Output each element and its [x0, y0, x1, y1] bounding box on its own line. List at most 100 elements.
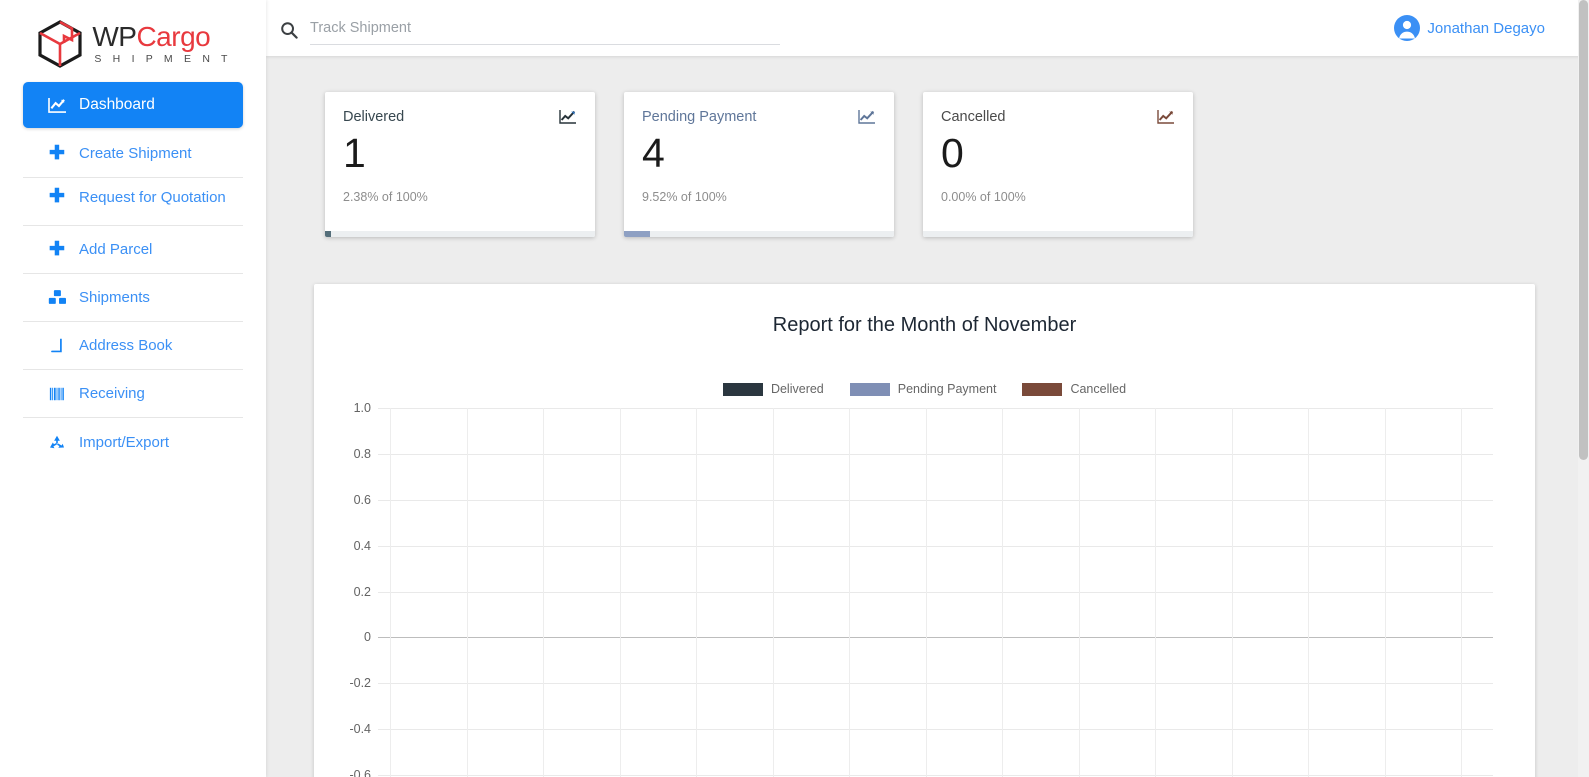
chart-legend: Delivered Pending Payment Cancelled [334, 382, 1515, 396]
chart-y-tick-label: 1.0 [354, 401, 371, 415]
sidebar-item-label: Import/Export [79, 434, 169, 451]
chart-gridline-horizontal: -0.4 [378, 729, 1493, 730]
book-icon [47, 337, 67, 354]
scrollbar-thumb[interactable] [1579, 0, 1588, 460]
stat-card-subtitle: 0.00% of 100% [941, 190, 1175, 204]
chart-line-icon [47, 97, 67, 114]
chart-title: Report for the Month of November [334, 314, 1515, 337]
stat-card-progress-fill [325, 231, 331, 237]
stat-card-progress-fill [624, 231, 650, 237]
user-circle-icon [1394, 15, 1420, 41]
chart-gridline-vertical [467, 408, 468, 777]
chart-y-tick-label: -0.6 [349, 768, 371, 777]
stat-card-subtitle: 9.52% of 100% [642, 190, 876, 204]
stat-card-subtitle: 2.38% of 100% [343, 190, 577, 204]
chart-gridline-horizontal: -0.6 [378, 775, 1493, 776]
plus-icon: ✚ [47, 240, 67, 259]
stat-card-pending-payment[interactable]: Pending Payment 4 9.52% of 100% [624, 92, 894, 237]
chart-gridline-vertical [926, 408, 927, 777]
stat-card-title: Cancelled [941, 109, 1006, 125]
sidebar-item-label: Address Book [79, 337, 172, 354]
chart-gridline-vertical [849, 408, 850, 777]
chart-gridline-vertical [543, 408, 544, 777]
chart-y-tick-label: 0.2 [354, 585, 371, 599]
stat-card-cancelled[interactable]: Cancelled 0 0.00% of 100% [923, 92, 1193, 237]
trending-up-icon[interactable] [858, 109, 876, 125]
sidebar-item-add-parcel[interactable]: ✚ Add Parcel [23, 226, 243, 274]
plus-icon: ✚ [47, 144, 67, 163]
sidebar-item-label: Receiving [79, 385, 145, 402]
sidebar-item-dashboard[interactable]: Dashboard [23, 82, 243, 128]
stat-card-value: 1 [343, 132, 577, 175]
chart-y-tick-label: 0.8 [354, 447, 371, 461]
chart-gridline-horizontal: -0.2 [378, 683, 1493, 684]
chart-gridline-vertical [1155, 408, 1156, 777]
user-name: Jonathan Degayo [1427, 20, 1545, 37]
sidebar-item-request-for-quotation[interactable]: ✚ Request for Quotation [23, 178, 243, 226]
trending-up-icon[interactable] [1157, 109, 1175, 125]
legend-item-delivered[interactable]: Delivered [723, 382, 824, 396]
chart-y-tick-label: 0.4 [354, 539, 371, 553]
sidebar-item-label: Shipments [79, 289, 150, 306]
sidebar-item-import-export[interactable]: Import/Export [23, 418, 243, 466]
legend-swatch [850, 383, 890, 396]
sidebar-item-receiving[interactable]: Receiving [23, 370, 243, 418]
sidebar-item-label: Create Shipment [79, 145, 192, 162]
chart-gridline-vertical [1461, 408, 1462, 777]
stat-card-progress [325, 231, 595, 237]
stat-card-value: 4 [642, 132, 876, 175]
sidebar-item-create-shipment[interactable]: ✚ Create Shipment [23, 130, 243, 178]
stat-card-delivered[interactable]: Delivered 1 2.38% of 100% [325, 92, 595, 237]
chart-gridline-vertical [620, 408, 621, 777]
stat-card-value: 0 [941, 132, 1175, 175]
search-icon [280, 21, 298, 39]
chart-y-tick-label: 0.6 [354, 493, 371, 507]
recycle-icon [47, 434, 67, 451]
search-input[interactable] [310, 16, 780, 45]
chart-gridline-vertical [773, 408, 774, 777]
sidebar-item-address-book[interactable]: Address Book [23, 322, 243, 370]
chart-gridline-horizontal: 1.0 [378, 408, 1493, 409]
top-bar: Jonathan Degayo [266, 0, 1589, 56]
chart-gridline-horizontal: 0.6 [378, 500, 1493, 501]
brand-name-wp: WP [92, 21, 136, 52]
brand-name-cargo: Cargo [136, 21, 210, 52]
chart-gridline-vertical [1232, 408, 1233, 777]
chart-gridline-vertical [696, 408, 697, 777]
cargo-box-icon [34, 19, 86, 69]
chart-gridline-horizontal: 0.2 [378, 592, 1493, 593]
chart-gridline-horizontal: 0.8 [378, 454, 1493, 455]
user-menu[interactable]: Jonathan Degayo [1394, 15, 1569, 41]
chart-plot-area: 1.00.80.60.40.20-0.2-0.4-0.6 [378, 408, 1493, 777]
trending-up-icon[interactable] [559, 109, 577, 125]
chart-gridline-horizontal: 0 [378, 637, 1493, 638]
brand-logo[interactable]: WPCargo S H I P M E N T [0, 0, 266, 82]
barcode-icon [47, 386, 67, 402]
stat-cards: Delivered 1 2.38% of 100% [266, 92, 1589, 237]
sidebar-item-shipments[interactable]: Shipments [23, 274, 243, 322]
app-root: WPCargo S H I P M E N T Dashboard [0, 0, 1589, 777]
stat-card-title: Pending Payment [642, 109, 756, 125]
chart-gridline-vertical [1308, 408, 1309, 777]
legend-swatch [723, 383, 763, 396]
page-scrollbar[interactable] [1578, 0, 1589, 777]
boxes-icon [47, 289, 67, 306]
legend-item-cancelled[interactable]: Cancelled [1022, 382, 1126, 396]
legend-label: Delivered [771, 382, 824, 396]
dashboard-content: Delivered 1 2.38% of 100% [266, 56, 1589, 777]
chart-y-tick-label: -0.4 [349, 722, 371, 736]
legend-item-pending-payment[interactable]: Pending Payment [850, 382, 997, 396]
chart-gridline-vertical [1079, 408, 1080, 777]
brand-subtitle: S H I P M E N T [94, 54, 231, 65]
stat-card-progress [923, 231, 1193, 237]
stat-card-progress [624, 231, 894, 237]
chart-y-tick-label: -0.2 [349, 676, 371, 690]
chart-y-tick-label: 0 [364, 630, 371, 644]
report-chart-card: Report for the Month of November Deliver… [314, 284, 1535, 777]
plus-icon: ✚ [47, 187, 67, 206]
sidebar: WPCargo S H I P M E N T Dashboard [0, 0, 266, 777]
chart-gridline-vertical [1002, 408, 1003, 777]
main-area: Jonathan Degayo Delivered [266, 0, 1589, 777]
legend-label: Pending Payment [898, 382, 997, 396]
search-container [280, 12, 780, 45]
